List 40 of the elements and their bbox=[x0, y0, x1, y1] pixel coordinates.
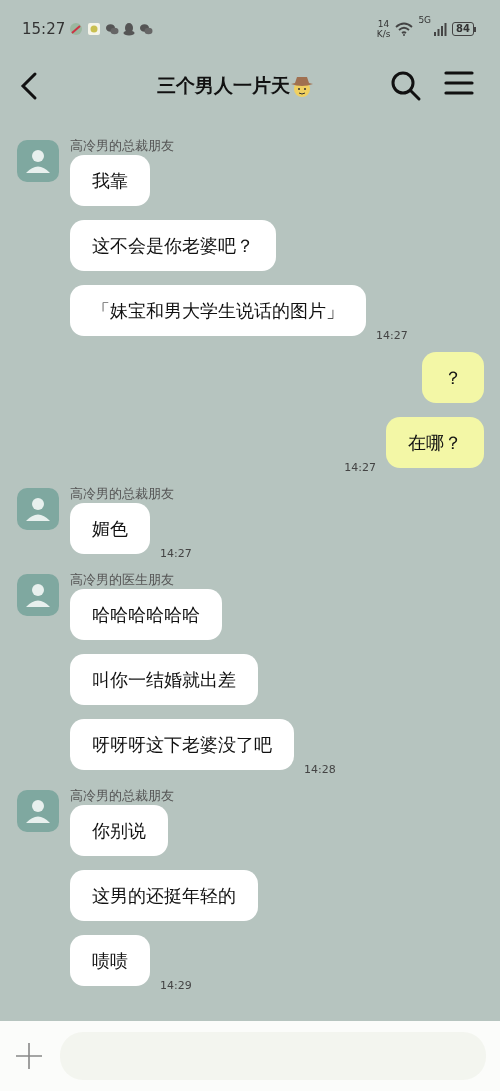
network-type: 5G bbox=[418, 15, 432, 25]
network-speed: 14 bbox=[377, 19, 390, 29]
message-bubble: 呀呀呀这下老婆没了吧 bbox=[70, 719, 294, 770]
chat-app-icon bbox=[139, 22, 154, 36]
message-bubble: 你别说 bbox=[70, 805, 168, 856]
message-time: 14:27 bbox=[376, 329, 408, 342]
message-time: 14:27 bbox=[344, 461, 376, 474]
message-bubble: 叫你一结婚就出差 bbox=[70, 654, 258, 705]
add-button[interactable] bbox=[14, 1041, 44, 1071]
avatar-icon bbox=[17, 574, 59, 616]
sender-name: 高冷男的医生朋友 bbox=[70, 572, 174, 588]
message-bubble: 这不会是你老婆吧？ bbox=[70, 220, 276, 271]
message-bubble: 哈哈哈哈哈哈 bbox=[70, 589, 222, 640]
message-bubble: 「妹宝和男大学生说话的图片」 bbox=[70, 285, 366, 336]
avatar-icon bbox=[17, 488, 59, 530]
message-time: 14:27 bbox=[160, 547, 192, 560]
message-bubble: 这男的还挺年轻的 bbox=[70, 870, 258, 921]
app-icon bbox=[87, 22, 102, 36]
battery-level: 84 bbox=[452, 22, 474, 36]
avatar-icon bbox=[17, 790, 59, 832]
avatar-icon bbox=[17, 140, 59, 182]
message-bubble: 啧啧 bbox=[70, 935, 150, 986]
chat-title: 三个男人一片天 bbox=[156, 73, 290, 98]
message-bubble: 在哪？ bbox=[386, 417, 484, 468]
message-time: 14:28 bbox=[304, 763, 336, 776]
signal-icon bbox=[433, 22, 448, 36]
search-button[interactable] bbox=[390, 70, 422, 102]
message-bubble: ？ bbox=[422, 352, 484, 403]
sender-name: 高冷男的总裁朋友 bbox=[70, 138, 174, 154]
message-time: 14:29 bbox=[160, 979, 192, 992]
speed-unit: K/s bbox=[376, 29, 391, 39]
sender-name: 高冷男的总裁朋友 bbox=[70, 486, 174, 502]
sender-name: 高冷男的总裁朋友 bbox=[70, 788, 174, 804]
chat-app-icon bbox=[105, 22, 120, 36]
message-bubble: 媚色 bbox=[70, 503, 150, 554]
wifi-icon bbox=[395, 22, 414, 36]
message-bubble: 我靠 bbox=[70, 155, 150, 206]
app-icon bbox=[69, 22, 84, 36]
clock-time: 15:27 bbox=[22, 20, 66, 38]
penguin-icon bbox=[123, 22, 136, 36]
